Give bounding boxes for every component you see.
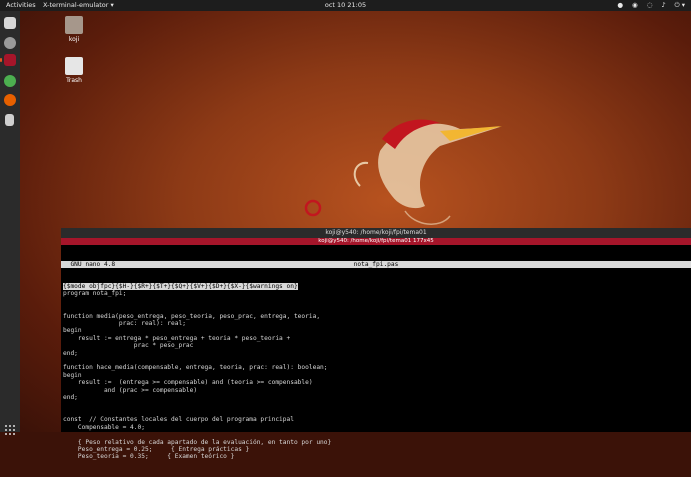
clock[interactable]: oct 10 21:05 [0,0,691,11]
code-line: prac: real): real; [63,320,186,328]
home-folder-icon [65,16,83,34]
desktop-icon-label: koji [68,36,80,43]
code-line: Peso_teoria = 0.35; { Examen teórico } [63,453,235,461]
network-icon[interactable]: ◌ [647,0,653,11]
show-applications-icon[interactable] [4,424,16,436]
system-tray[interactable]: ● ◉ ◌ ♪ ⏻ ▾ [617,0,685,11]
code-line: function media(peso_entrega, peso_teoria… [63,312,321,320]
terminal-body[interactable]: GNU nano 4.8 nota_fpi.pas {$mode objfpc}{… [61,245,691,477]
code-line: const // Constantes locales del cuerpo d… [63,416,294,424]
code-line: begin [63,371,82,379]
window-title: koji@y540: /home/koji/fpi/tema01 [325,229,427,236]
power-icon[interactable]: ⏻ ▾ [675,0,685,11]
volume-icon[interactable]: ♪ [661,0,665,11]
files-icon[interactable] [4,17,16,29]
code-line: end; [63,349,78,357]
code-line: end; [63,394,78,402]
code-line: function hace_media(compensable, entrega… [63,364,328,372]
music-icon[interactable] [4,37,16,49]
desktop-icon-trash[interactable]: Trash [57,57,91,84]
trash-icon [65,57,83,75]
code-line: and (prac >= compensable) [63,386,198,394]
dock [0,11,20,435]
code-line: program nota_fpi; [63,290,127,298]
code-line: Peso_entrega = 0.25; { Entrega prácticas… [63,445,250,453]
code-line: begin [63,327,82,335]
tray-icon-2[interactable]: ◉ [632,0,638,11]
code-line: { Peso relativo de cada apartado de la e… [63,438,332,446]
tray-icon-1[interactable]: ● [617,0,623,11]
code-line: prac * peso_prac [63,342,194,350]
nano-header: GNU nano 4.8 nota_fpi.pas [61,260,691,269]
desktop-icon-home[interactable]: koji [57,16,91,43]
terminal-titlebar[interactable]: koji@y540: /home/koji/fpi/tema01 [61,228,691,238]
code-area[interactable]: {$mode objfpc}{$H-}{$R+}{$T+}{$Q+}{$V+}{… [63,283,689,461]
desktop-icon-label: Trash [66,77,82,84]
code-line: {$mode objfpc}{$H-}{$R+}{$T+}{$Q+}{$V+}{… [63,283,298,291]
firefox-icon[interactable] [4,94,16,106]
top-bar: Activities X-terminal-emulator ▾ oct 10 … [0,0,691,11]
terminal-tab-title: koji@y540: /home/koji/fpi/tema01 177x45 [61,238,691,245]
terminal-window[interactable]: koji@y540: /home/koji/fpi/tema01 koji@y5… [61,228,691,460]
code-line: result := (entrega >= compensable) and (… [63,379,313,387]
code-line: Compensable = 4.0; [63,423,145,431]
document-icon[interactable] [5,114,14,126]
nano-filename: nota_fpi.pas [353,260,399,268]
code-line: result := entrega * peso_entrega + teori… [63,334,291,342]
chrome-icon[interactable] [4,75,16,87]
terminal-icon[interactable] [0,54,16,66]
